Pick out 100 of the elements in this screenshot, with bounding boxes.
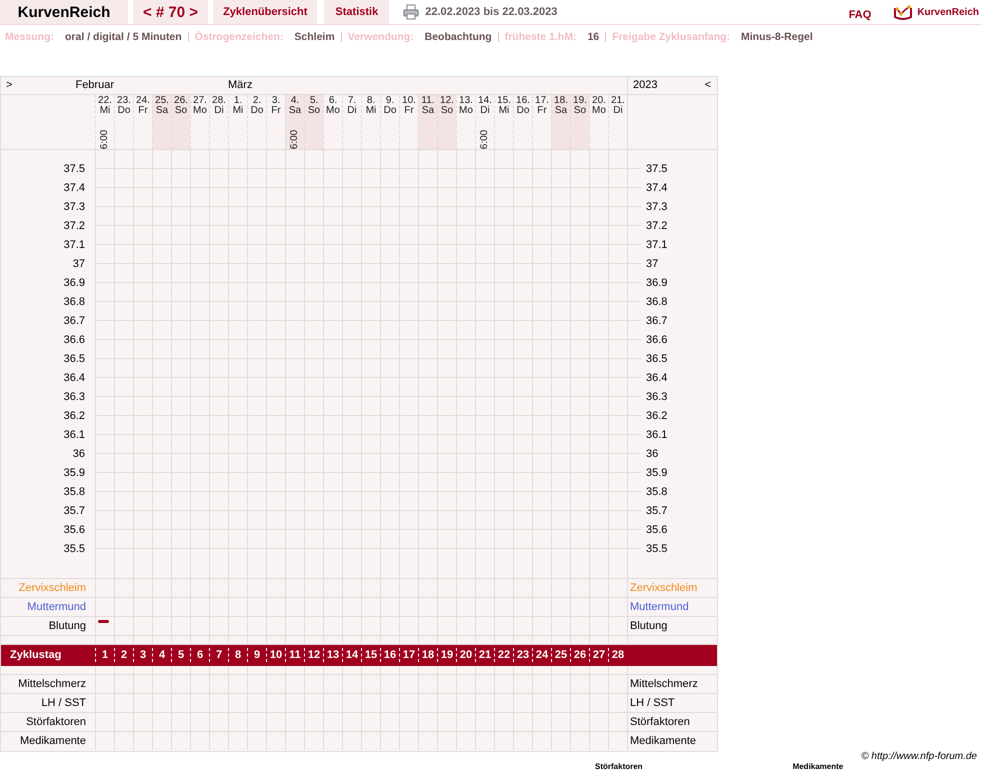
info-label: Messung: xyxy=(5,31,54,43)
cycle-day-number: 16 xyxy=(380,648,399,662)
cycle-day-number: 3 xyxy=(133,648,152,662)
row-label: Medikamente xyxy=(18,735,87,747)
row-label: Muttermund xyxy=(26,601,87,613)
faq-link[interactable]: FAQ xyxy=(848,9,872,21)
cycle-day-number: 26 xyxy=(570,648,589,662)
row-label: Zervixschleim xyxy=(629,582,698,594)
time-label: 6:00 xyxy=(290,130,300,150)
temperature-label: 37.5 xyxy=(62,162,86,174)
day-weekday: Sa xyxy=(422,106,434,116)
cycle-day-number: 27 xyxy=(589,648,608,662)
day-weekday: Mi xyxy=(498,106,510,116)
temperature-label: 37.1 xyxy=(645,238,668,250)
day-date: 24. xyxy=(136,96,150,106)
row-label: Störfaktoren xyxy=(25,716,87,728)
day-date: 4. xyxy=(290,96,300,106)
temperature-label: 36.3 xyxy=(645,390,668,402)
day-weekday: Di xyxy=(347,106,357,116)
day-date: 7. xyxy=(348,96,356,106)
section-heading: Medikamente xyxy=(792,762,844,771)
day-weekday: Do xyxy=(250,106,264,116)
cycle-day-number: 13 xyxy=(323,648,342,662)
temperature-label: 35.8 xyxy=(645,486,668,498)
day-date: 28. xyxy=(212,96,226,106)
day-date: 20. xyxy=(592,96,606,106)
temperature-label: 36.5 xyxy=(645,352,668,364)
temperature-label: 35.7 xyxy=(645,504,668,516)
temperature-label: 35.5 xyxy=(645,542,668,554)
cycle-day-number: 9 xyxy=(247,648,266,662)
row-label: Blutung xyxy=(629,620,668,632)
info-value: oral / digital / 5 Minuten xyxy=(65,31,182,43)
info-value: 16 xyxy=(587,31,600,43)
logo-link[interactable]: KurvenReich xyxy=(893,4,979,20)
day-date: 5. xyxy=(310,96,318,106)
nav-tab[interactable]: Statistik xyxy=(324,0,390,24)
info-value: Minus-8-Regel xyxy=(741,31,813,43)
cycle-day-number: 7 xyxy=(209,648,228,662)
day-weekday: Sa xyxy=(288,106,302,116)
row-label: Zervixschleim xyxy=(18,582,87,594)
cycle-day-number: 24 xyxy=(532,648,551,662)
day-weekday: Mo xyxy=(193,106,207,116)
cycle-day-number: 8 xyxy=(228,648,247,662)
cycle-nav-link[interactable]: < # 70 > xyxy=(133,0,208,24)
day-weekday: Sa xyxy=(554,106,568,116)
cycle-day-number: 23 xyxy=(513,648,532,662)
temperature-label: 37.2 xyxy=(62,220,86,232)
temperature-label: 37.1 xyxy=(62,238,86,250)
day-date: 16. xyxy=(516,96,530,106)
temperature-label: 36.2 xyxy=(645,410,668,422)
cycle-day-number: 15 xyxy=(361,648,380,662)
nav-tab[interactable]: Zyklenübersicht xyxy=(213,0,318,24)
temperature-label: 36.2 xyxy=(62,410,86,422)
cycle-day-number: 17 xyxy=(399,648,418,662)
day-date: 15. xyxy=(497,96,511,106)
temperature-label: 37.4 xyxy=(62,182,86,194)
day-weekday: Fr xyxy=(271,106,281,116)
day-date: 8. xyxy=(366,96,376,106)
day-weekday: So xyxy=(574,106,586,116)
logo-icon xyxy=(893,4,914,20)
next-arrow[interactable]: < xyxy=(700,77,716,94)
temperature-label: 36.4 xyxy=(645,372,668,384)
day-date: 3. xyxy=(272,96,280,106)
temperature-label: 37.5 xyxy=(645,162,668,174)
day-weekday: Fr xyxy=(404,106,414,116)
day-date: 25. xyxy=(155,96,169,106)
cycle-day-number: 1 xyxy=(95,648,114,662)
temperature-label: 36.8 xyxy=(645,296,668,308)
day-date: 17. xyxy=(535,96,549,106)
info-value: Schleim xyxy=(294,31,335,43)
temperature-label: 35.9 xyxy=(645,466,668,478)
day-weekday: Di xyxy=(480,106,490,116)
temperature-label: 37.3 xyxy=(645,200,668,212)
temperature-label: 36 xyxy=(72,448,86,460)
day-date: 13. xyxy=(459,96,473,106)
day-date: 23. xyxy=(117,96,131,106)
day-date: 19. xyxy=(573,96,587,106)
cycle-day-number: 20 xyxy=(456,648,475,662)
month-label: Februar xyxy=(75,78,114,93)
temperature-label: 36.3 xyxy=(62,390,86,402)
temperature-label: 37.4 xyxy=(645,182,668,194)
temperature-label: 37.3 xyxy=(62,200,86,212)
row-label: Medikamente xyxy=(629,735,698,747)
day-weekday: Di xyxy=(613,106,623,116)
temperature-label: 36.1 xyxy=(645,428,668,440)
temperature-label: 36.7 xyxy=(645,314,668,326)
printer-icon[interactable] xyxy=(403,4,420,20)
temperature-label: 36.9 xyxy=(645,276,668,288)
month-label: März xyxy=(228,78,252,93)
day-date: 14. xyxy=(478,96,492,106)
row-label: LH / SST xyxy=(629,697,676,709)
day-weekday: Mo xyxy=(326,106,340,116)
day-date: 6. xyxy=(328,96,338,106)
temperature-label: 36.1 xyxy=(62,428,86,440)
temperature-label: 36.6 xyxy=(62,334,86,346)
day-date: 18. xyxy=(554,96,568,106)
info-value: Beobachtung xyxy=(424,31,492,43)
day-weekday: Fr xyxy=(138,106,148,116)
row-label: Blutung xyxy=(48,620,87,632)
day-date: 22. xyxy=(98,96,112,106)
